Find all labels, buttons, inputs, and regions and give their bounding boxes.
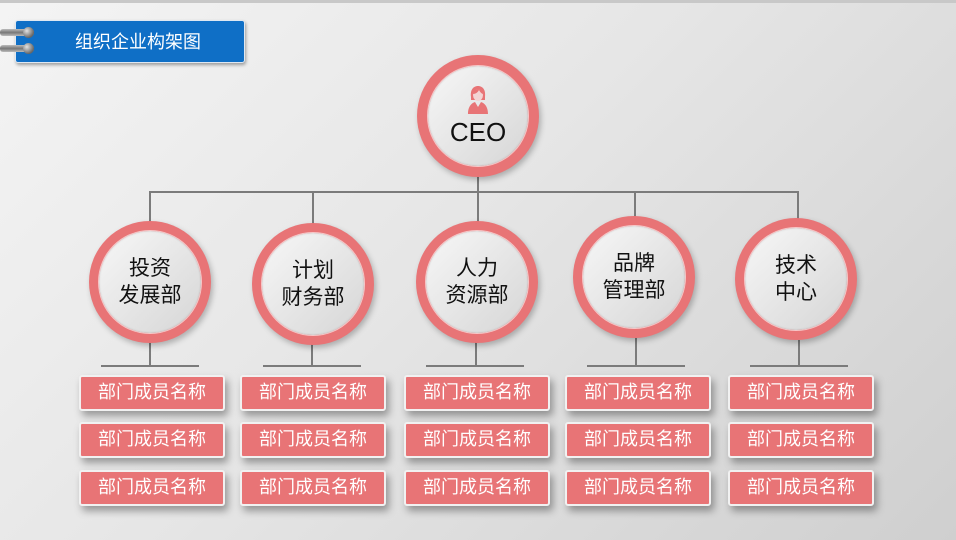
connector-ceo-down — [477, 176, 479, 192]
dept-label-line2: 发展部 — [118, 283, 182, 307]
member-box[interactable]: 部门成员名称 — [404, 470, 550, 506]
dept-label-line1: 技术 — [775, 253, 817, 277]
member-box[interactable]: 部门成员名称 — [565, 470, 711, 506]
dept-node-finance[interactable]: 计划 财务部 — [252, 223, 374, 345]
dept-node-investment[interactable]: 投资 发展部 — [89, 221, 211, 343]
member-box[interactable]: 部门成员名称 — [79, 375, 225, 411]
connector-members-bar-3 — [426, 365, 524, 367]
connector-members-bar-2 — [263, 365, 361, 367]
connector-members-5 — [798, 340, 800, 366]
member-box[interactable]: 部门成员名称 — [565, 422, 711, 458]
member-box[interactable]: 部门成员名称 — [728, 422, 874, 458]
binder-knob-icon — [23, 27, 34, 38]
dept-label-line1: 品牌 — [613, 251, 655, 275]
member-box[interactable]: 部门成员名称 — [240, 470, 386, 506]
person-icon — [468, 85, 488, 114]
dept-node-tech[interactable]: 技术 中心 — [735, 218, 857, 340]
member-box[interactable]: 部门成员名称 — [79, 422, 225, 458]
connector-members-bar-1 — [101, 365, 199, 367]
ceo-label: CEO — [449, 116, 507, 147]
dept-label-line2: 资源部 — [445, 283, 509, 307]
dept-label-line2: 中心 — [775, 280, 817, 304]
dept-label-line2: 财务部 — [281, 285, 345, 309]
connector-dept-5 — [797, 191, 799, 221]
member-box[interactable]: 部门成员名称 — [404, 422, 550, 458]
connector-members-bar-4 — [587, 365, 685, 367]
dept-label-line1: 投资 — [129, 256, 171, 280]
connector-horizontal-bus — [149, 191, 798, 193]
title-banner: 组织企业构架图 — [15, 20, 245, 63]
page-title: 组织企业构架图 — [75, 32, 201, 53]
connector-members-bar-5 — [750, 365, 848, 367]
binder-knob-icon — [23, 43, 34, 54]
dept-label-line1: 计划 — [292, 258, 334, 282]
member-box[interactable]: 部门成员名称 — [79, 470, 225, 506]
member-box[interactable]: 部门成员名称 — [240, 422, 386, 458]
member-box[interactable]: 部门成员名称 — [565, 375, 711, 411]
member-box[interactable]: 部门成员名称 — [404, 375, 550, 411]
dept-node-hr[interactable]: 人力 资源部 — [416, 221, 538, 343]
dept-node-brand[interactable]: 品牌 管理部 — [573, 216, 695, 338]
connector-members-3 — [475, 340, 477, 366]
member-box[interactable]: 部门成员名称 — [240, 375, 386, 411]
top-border — [0, 0, 956, 3]
member-box[interactable]: 部门成员名称 — [728, 470, 874, 506]
dept-label-line1: 人力 — [456, 256, 498, 280]
connector-members-4 — [635, 338, 637, 366]
member-box[interactable]: 部门成员名称 — [728, 375, 874, 411]
dept-label-line2: 管理部 — [602, 278, 666, 302]
connector-members-1 — [149, 340, 151, 366]
ceo-node[interactable]: CEO — [417, 55, 539, 177]
